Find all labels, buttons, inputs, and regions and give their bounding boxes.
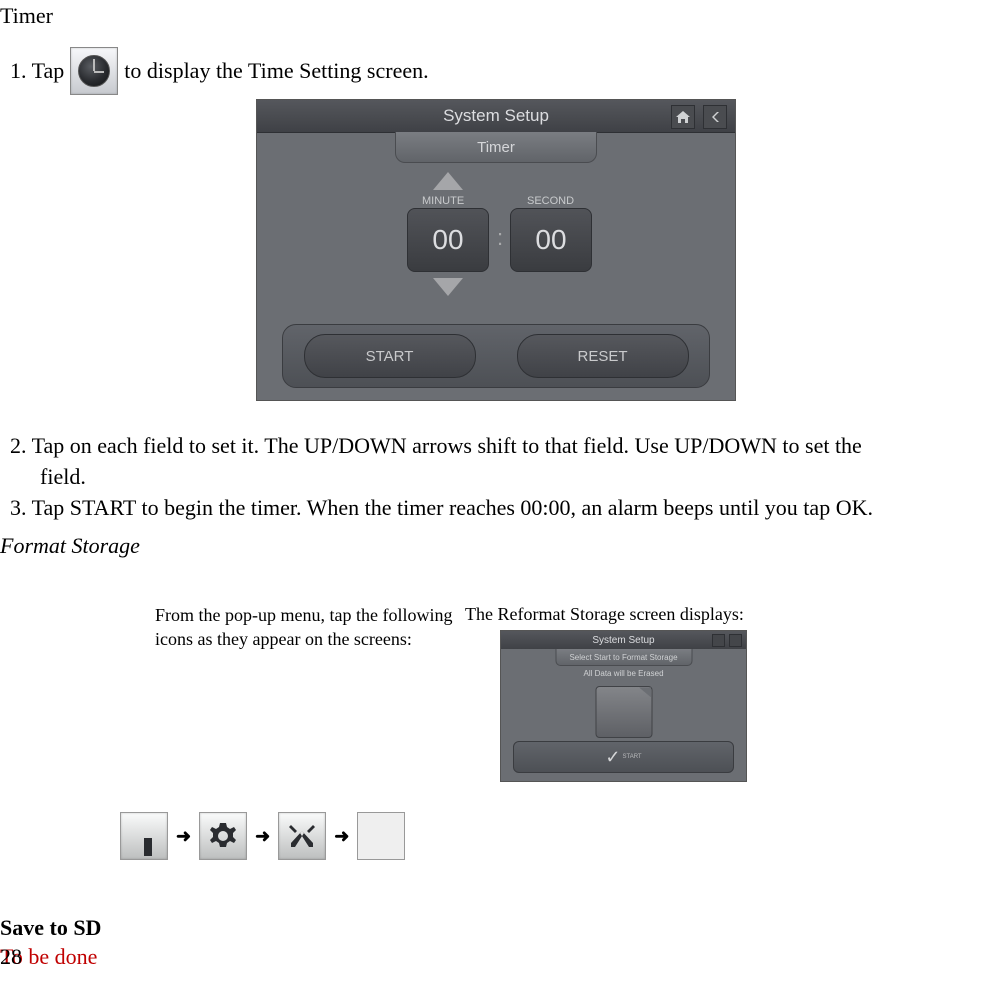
- format-storage-heading: Format Storage: [0, 533, 992, 559]
- icon-flow: ➜ ➜ ➜: [120, 812, 992, 860]
- home-icon[interactable]: [712, 634, 725, 647]
- ss1-tab: Timer: [395, 132, 597, 163]
- tools-icon: [278, 812, 326, 860]
- reset-button[interactable]: RESET: [517, 334, 689, 378]
- ss2-start-label: START: [622, 754, 641, 760]
- back-icon[interactable]: [729, 634, 742, 647]
- step1-pre: 1. Tap: [10, 58, 64, 84]
- start-button[interactable]: START: [304, 334, 476, 378]
- button-panel: START RESET: [282, 324, 710, 388]
- empty-icon: [357, 812, 405, 860]
- info-icon: [120, 812, 168, 860]
- timer-clock-icon: [70, 47, 118, 95]
- ss2-sub: All Data will be Erased: [583, 669, 663, 678]
- step1-post: to display the Time Setting screen.: [124, 58, 428, 84]
- second-field[interactable]: 00: [510, 208, 592, 272]
- page-number: 28: [0, 944, 22, 970]
- col2-text: The Reformat Storage screen displays:: [465, 604, 825, 625]
- ss2-tab: Select Start to Format Storage: [555, 649, 692, 666]
- step1-line: 1. Tap to display the Time Setting scree…: [10, 47, 992, 95]
- arrow-icon: ➜: [334, 826, 349, 847]
- colon: :: [497, 225, 503, 251]
- save-to-sd-heading: Save to SD: [0, 915, 992, 941]
- step3: 3. Tap START to begin the timer. When th…: [10, 493, 992, 524]
- ss1-title: System Setup: [443, 106, 549, 126]
- gear-icon: [199, 812, 247, 860]
- second-label: SECOND: [527, 195, 574, 207]
- minute-field[interactable]: 00: [407, 208, 489, 272]
- timer-heading: Timer: [0, 3, 992, 29]
- to-be-done-note: To be done: [0, 944, 992, 970]
- home-icon[interactable]: [671, 105, 695, 129]
- step2-line2: field.: [10, 462, 992, 493]
- ss2-panel: ✓ START: [513, 741, 734, 773]
- arrow-icon: ➜: [255, 826, 270, 847]
- time-setting-screenshot: System Setup Timer MINUTE SECOND 00 : 00…: [256, 99, 736, 401]
- back-icon[interactable]: [703, 105, 727, 129]
- check-icon[interactable]: ✓: [605, 747, 620, 768]
- arrow-icon: ➜: [176, 826, 191, 847]
- ss2-title: System Setup: [592, 635, 654, 646]
- col1-text: From the pop-up menu, tap the following …: [155, 604, 465, 782]
- minute-label: MINUTE: [422, 195, 464, 207]
- sd-card-icon: [595, 686, 652, 738]
- reformat-storage-screenshot: System Setup Select Start to Format Stor…: [500, 630, 747, 782]
- up-arrow-icon[interactable]: [433, 172, 463, 190]
- step2-line1: 2. Tap on each field to set it. The UP/D…: [10, 431, 992, 462]
- down-arrow-icon[interactable]: [433, 278, 463, 296]
